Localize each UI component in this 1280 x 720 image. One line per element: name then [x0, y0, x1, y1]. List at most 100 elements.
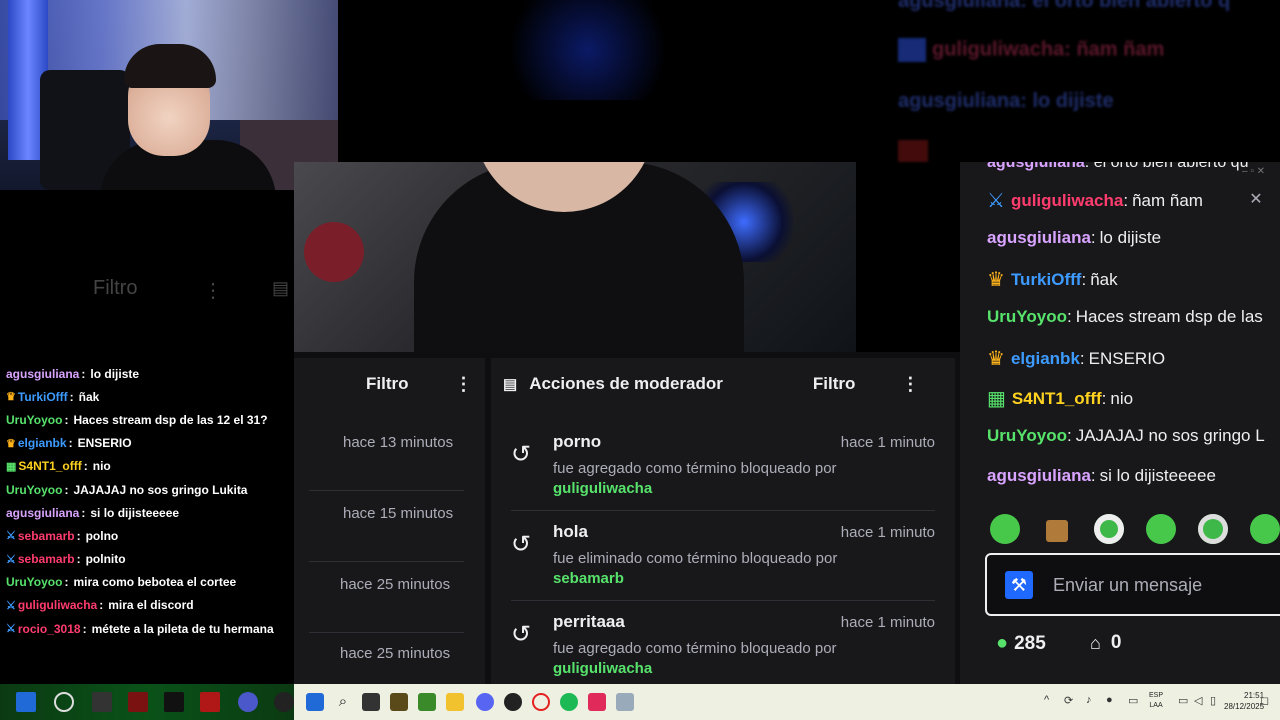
ghost-line: agusgiuliana: el orto bien abierto q [898, 0, 1231, 12]
window-controls[interactable]: ‒ ▫ ✕ [1242, 166, 1265, 177]
chat-username[interactable]: UruYoyoo [987, 307, 1067, 327]
chat-username[interactable]: S4NT1_offf [1012, 389, 1102, 409]
chat-username[interactable]: agusgiuliana [6, 506, 79, 520]
close-icon[interactable]: ✕ [1244, 188, 1268, 212]
chat-username[interactable]: UruYoyoo [6, 413, 62, 427]
emote-icon[interactable] [1046, 520, 1068, 542]
moderator-name[interactable]: guliguliwacha [553, 660, 652, 677]
chat-username[interactable]: sebamarb [18, 529, 75, 543]
chat-input[interactable] [1053, 569, 1280, 601]
chat-username[interactable]: agusgiuliana [6, 367, 79, 381]
clock[interactable]: 21:51 28/12/2025 [1224, 690, 1264, 712]
chat-username[interactable]: agusgiuliana [987, 466, 1091, 486]
points-icon: ● [996, 632, 1009, 654]
chat-text: ENSERIO [1088, 348, 1166, 368]
emote-icon[interactable] [1146, 514, 1176, 544]
chat-message-partial: agusgiuliana: el orto bien abierto qu [987, 162, 1249, 171]
keyboard-icon[interactable]: ▭ [1128, 694, 1138, 707]
chat-message: agusgiuliana: lo dijiste [987, 228, 1161, 248]
chat-username[interactable]: rocio_3018 [18, 622, 81, 636]
chat-username[interactable]: UruYoyoo [987, 426, 1067, 446]
timestamp: hace 13 minutos [343, 434, 454, 451]
chat-username[interactable]: TurkiOfff [1011, 270, 1082, 290]
chat-text: Haces stream dsp de las [1075, 307, 1263, 326]
captured-taskbar [0, 684, 294, 720]
emote-icon[interactable] [1250, 514, 1280, 544]
chat-message: ⚔ sebamarb: polnito [6, 548, 294, 571]
chat-username[interactable]: elgianbk [18, 436, 67, 450]
opera-icon[interactable] [532, 693, 550, 711]
stream-video[interactable] [294, 162, 856, 352]
stream-top-area [338, 0, 898, 162]
chat-username[interactable]: sebamarb [18, 552, 75, 566]
tiktok-icon[interactable] [588, 693, 606, 711]
chat-username[interactable]: guliguliwacha [1011, 191, 1123, 211]
more-options-icon[interactable]: ⋮ [203, 278, 223, 303]
chat-message: ⚔ guliguliwacha: mira el discord [6, 594, 294, 617]
volume-icon[interactable]: ◁ [1194, 694, 1202, 707]
app-tray-icon[interactable]: ● [1106, 694, 1113, 706]
emote-icon[interactable] [990, 514, 1020, 544]
undo-icon[interactable]: ↺ [511, 620, 531, 649]
chat-text: nio [92, 459, 111, 474]
network-icon[interactable]: ▭ [1178, 694, 1188, 707]
timestamp: hace 1 minuto [840, 524, 935, 541]
filter-button[interactable]: Filtro [366, 374, 409, 394]
chat-colon: : [1081, 269, 1087, 289]
search-icon[interactable]: ⌕ [334, 693, 352, 711]
filter-label[interactable]: Filtro [93, 277, 137, 300]
start-icon[interactable] [306, 693, 324, 711]
action-description: fue agregado como término bloqueado por [553, 640, 837, 657]
mod-action-item[interactable]: ↺ porno hace 1 minuto fue agregado como … [511, 432, 935, 522]
moderator-name[interactable]: sebamarb [553, 570, 624, 587]
task-view-icon[interactable] [362, 693, 380, 711]
chat-username[interactable]: guliguliwacha [18, 598, 97, 612]
mod-action-item[interactable]: ↺ hola hace 1 minuto fue eliminado como … [511, 522, 935, 612]
minecraft-icon[interactable] [418, 693, 436, 711]
chat-message: ⚔ guliguliwacha: ñam ñam [987, 188, 1203, 213]
more-options-icon[interactable]: ⋮ [455, 374, 473, 395]
chat-username[interactable]: UruYoyoo [6, 483, 62, 497]
chat-username[interactable]: elgianbk [1011, 349, 1080, 369]
chat-username[interactable]: S4NT1_offf [18, 459, 81, 473]
chat-colon: : [81, 366, 86, 381]
notification-icon[interactable]: ◻ [1260, 694, 1269, 707]
chat-text: lo dijiste [90, 366, 140, 381]
spotify-icon[interactable] [560, 693, 578, 711]
emote-icon[interactable] [1094, 514, 1124, 544]
app-icon [128, 692, 148, 712]
sword-icon: ⚔ [6, 599, 16, 612]
channel-points[interactable]: ● 285 [996, 632, 1046, 655]
chat-username[interactable]: TurkiOfff [18, 390, 68, 404]
document-icon[interactable]: ▤ [272, 278, 289, 299]
undo-icon[interactable]: ↺ [511, 440, 531, 469]
undo-icon[interactable]: ↺ [511, 530, 531, 559]
mic-icon[interactable]: ♪ [1086, 694, 1092, 706]
chat-username[interactable]: agusgiuliana [987, 228, 1091, 248]
chat-colon: : [81, 505, 86, 520]
app-icon[interactable] [616, 693, 634, 711]
language-indicator[interactable]: ESP LAA [1149, 691, 1163, 711]
chat-text: nio [1110, 388, 1134, 408]
app-icon[interactable] [390, 693, 408, 711]
action-description: fue agregado como término bloqueado por [553, 460, 837, 477]
emote-icon[interactable] [1198, 514, 1228, 544]
ghost-line: agusgiuliana: lo dijiste [898, 90, 1114, 112]
filter-button[interactable]: Filtro [813, 374, 856, 394]
chat-input-box[interactable]: ⚒ [985, 553, 1280, 616]
timestamp: hace 25 minutos [340, 645, 451, 662]
discord-icon[interactable] [476, 693, 494, 711]
sync-icon[interactable]: ⟳ [1064, 694, 1073, 707]
chat-username[interactable]: UruYoyoo [6, 575, 62, 589]
file-explorer-icon[interactable] [446, 693, 464, 711]
battery-icon[interactable]: ▯ [1210, 694, 1216, 707]
moderator-name[interactable]: guliguliwacha [553, 480, 652, 497]
store-button[interactable]: ⌂ 0 [1090, 632, 1121, 654]
red-object [304, 222, 364, 282]
more-options-icon[interactable]: ⋮ [901, 374, 919, 395]
obs-icon[interactable] [504, 693, 522, 711]
mod-action-item[interactable]: ↺ perritaaa hace 1 minuto fue agregado c… [511, 612, 935, 684]
discord-icon [238, 692, 258, 712]
app-icon [92, 692, 112, 712]
chevron-up-icon[interactable]: ^ [1044, 694, 1049, 706]
